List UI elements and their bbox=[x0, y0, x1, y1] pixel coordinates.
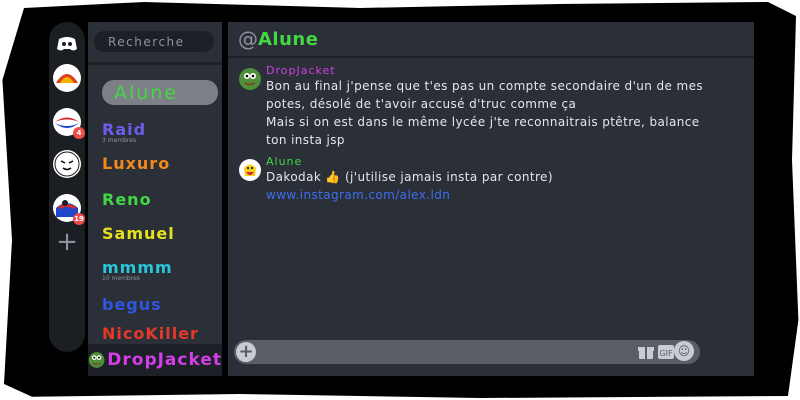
unread-badge: 4 bbox=[73, 127, 85, 139]
dm-item-raid[interactable]: Raid 3 membres bbox=[102, 120, 146, 144]
avatar[interactable] bbox=[238, 67, 262, 91]
dm-item-label: Reno bbox=[102, 190, 152, 209]
dm-item-alune[interactable]: Alune bbox=[102, 80, 218, 105]
message-body: Dakodak 👍 (j'utilise jamais insta par co… bbox=[266, 168, 746, 204]
gift-icon[interactable] bbox=[638, 344, 654, 360]
dm-item-mmmm[interactable]: mmmm 10 membres bbox=[102, 258, 173, 282]
dm-item-begus[interactable]: begus bbox=[102, 295, 162, 314]
dm-item-label: NicoKiller bbox=[102, 324, 199, 343]
message-line: ton insta jsp bbox=[266, 133, 345, 147]
message-line: potes, désolé de t'avoir accusé d'truc c… bbox=[266, 97, 577, 111]
server-rail: 4 19 + bbox=[49, 22, 85, 352]
message-body: Bon au final j'pense que t'es pas un com… bbox=[266, 77, 746, 149]
message-link[interactable]: www.instagram.com/alex.ldn bbox=[266, 186, 746, 204]
emoji-icon[interactable]: ☺ bbox=[674, 341, 694, 361]
dm-item-label: Alune bbox=[114, 81, 179, 104]
discord-icon[interactable] bbox=[53, 30, 81, 58]
dm-item-label: begus bbox=[102, 295, 162, 314]
message-line: Bon au final j'pense que t'es pas un com… bbox=[266, 79, 704, 93]
svg-text:GIF: GIF bbox=[659, 349, 673, 358]
dm-item-nicokiller[interactable]: NicoKiller bbox=[102, 324, 199, 343]
dm-list: Recherche Alune Raid 3 membres Luxuro Re… bbox=[88, 22, 222, 376]
dm-item-label: Samuel bbox=[102, 224, 175, 243]
message-author[interactable]: Alune bbox=[266, 155, 302, 168]
chat-panel: @ Alune DropJacket Bon au final j'pense … bbox=[228, 22, 754, 376]
server-2-icon[interactable]: 4 bbox=[53, 108, 85, 139]
server-3-icon[interactable] bbox=[53, 150, 81, 178]
chat-title: Alune bbox=[258, 28, 319, 50]
avatar bbox=[88, 352, 105, 368]
gif-icon[interactable]: GIF bbox=[658, 344, 674, 360]
dm-item-label: Luxuro bbox=[102, 154, 171, 173]
current-user-name: DropJacket bbox=[107, 350, 222, 370]
chat-header: @ Alune bbox=[228, 22, 754, 58]
message-author[interactable]: DropJacket bbox=[266, 64, 336, 77]
unread-badge: 19 bbox=[73, 213, 85, 225]
message-input[interactable]: + GIF bbox=[234, 340, 700, 364]
divider bbox=[88, 62, 222, 65]
search-input[interactable]: Recherche bbox=[94, 31, 214, 52]
message-line: Mais si on est dans le même lycée j'te r… bbox=[266, 115, 700, 129]
server-4-icon[interactable]: 19 bbox=[53, 194, 85, 225]
server-1-icon[interactable] bbox=[53, 64, 81, 92]
attach-icon[interactable]: + bbox=[236, 342, 256, 362]
dm-item-luxuro[interactable]: Luxuro bbox=[102, 154, 170, 173]
message-line: Dakodak 👍 (j'utilise jamais insta par co… bbox=[266, 170, 553, 184]
add-server-icon[interactable]: + bbox=[53, 227, 81, 257]
dm-item-samuel[interactable]: Samuel bbox=[102, 224, 175, 243]
dm-item-reno[interactable]: Reno bbox=[102, 190, 152, 209]
at-icon: @ bbox=[238, 27, 258, 51]
current-user-panel[interactable]: DropJacket bbox=[88, 344, 222, 376]
avatar[interactable] bbox=[238, 158, 262, 182]
